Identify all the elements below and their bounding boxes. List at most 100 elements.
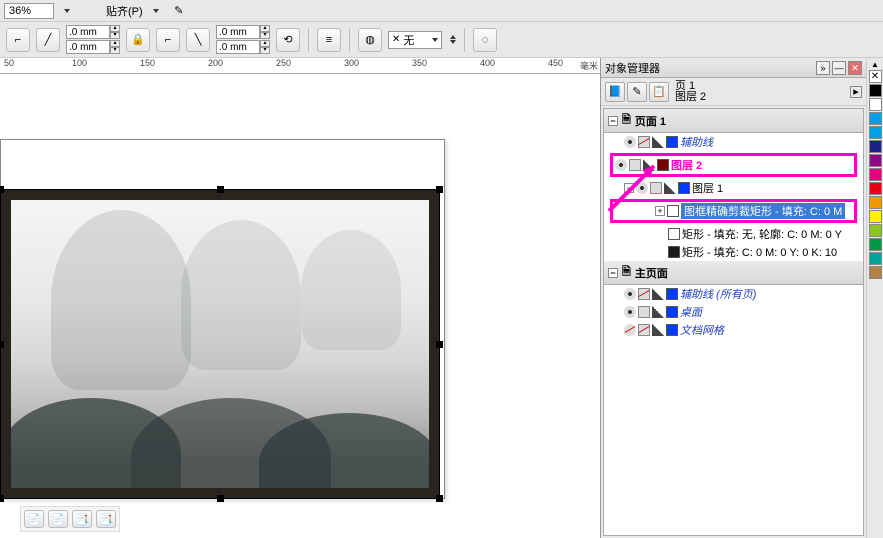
snap-dropdown-icon[interactable] xyxy=(153,9,159,13)
no-fill-swatch[interactable]: ✕ xyxy=(869,70,882,83)
page-icon[interactable]: 📄 xyxy=(48,510,68,528)
fill-opt-down-icon[interactable] xyxy=(450,40,456,44)
show-props-icon[interactable]: 📘 xyxy=(605,82,625,102)
edit-layers-icon[interactable]: ✎ xyxy=(627,82,647,102)
pen-icon[interactable] xyxy=(652,136,664,148)
color-swatch[interactable] xyxy=(869,126,882,139)
selection-handle[interactable] xyxy=(0,341,4,348)
pen-icon[interactable] xyxy=(643,159,655,171)
tree-page-header[interactable]: − 🗎 页面 1 xyxy=(604,109,863,133)
color-swatch[interactable] xyxy=(869,252,882,265)
corner-style-3-icon[interactable]: ⌐ xyxy=(156,28,180,52)
options-icon[interactable]: ✎ xyxy=(167,0,191,23)
spin-up-icon[interactable]: ▴ xyxy=(260,25,270,32)
selected-artwork[interactable] xyxy=(0,189,440,499)
print-off-icon[interactable] xyxy=(638,288,650,300)
color-swatch[interactable] xyxy=(869,112,882,125)
layer-color-swatch[interactable] xyxy=(666,288,678,300)
collapse-icon[interactable]: − xyxy=(624,183,634,193)
print-off-icon[interactable] xyxy=(638,136,650,148)
color-swatch[interactable] xyxy=(869,238,882,251)
spin-down-icon[interactable]: ▾ xyxy=(110,32,120,39)
selection-handle[interactable] xyxy=(0,495,4,502)
zoom-dropdown-icon[interactable] xyxy=(64,9,70,13)
eye-off-icon[interactable] xyxy=(624,324,636,336)
eye-icon[interactable] xyxy=(624,136,636,148)
tree-row-guides-all[interactable]: 辅助线 (所有页) xyxy=(604,285,863,303)
options-gear-icon[interactable]: ◌ xyxy=(473,28,497,52)
flyout-icon[interactable]: ▸ xyxy=(850,86,862,98)
color-swatch[interactable] xyxy=(869,266,882,279)
collapse-icon[interactable]: − xyxy=(608,268,618,278)
selection-handle[interactable] xyxy=(0,186,4,193)
color-swatch[interactable] xyxy=(869,98,882,111)
spin-down-icon[interactable]: ▾ xyxy=(110,47,120,54)
pen-icon[interactable] xyxy=(664,182,676,194)
color-swatch[interactable] xyxy=(869,154,882,167)
spin-up-icon[interactable]: ▴ xyxy=(260,40,270,47)
tree-row-rect2[interactable]: 矩形 - 填充: C: 0 M: 0 Y: 0 K: 10 xyxy=(604,243,863,261)
text-wrap-icon[interactable]: ≡ xyxy=(317,28,341,52)
layer-color-swatch[interactable] xyxy=(666,324,678,336)
selection-handle[interactable] xyxy=(436,341,443,348)
relative-corner-icon[interactable]: ⟲ xyxy=(276,28,300,52)
color-swatch[interactable] xyxy=(869,224,882,237)
pen-icon[interactable] xyxy=(652,288,664,300)
fill-dropdown[interactable]: ✕无 xyxy=(388,31,442,49)
dim2b-input[interactable] xyxy=(216,40,260,54)
tree-row-layer2[interactable]: 图层 2 xyxy=(610,153,857,177)
collapse-icon[interactable]: » xyxy=(816,61,830,75)
spin-up-icon[interactable]: ▴ xyxy=(110,25,120,32)
selection-handle[interactable] xyxy=(217,495,224,502)
layer-color-swatch[interactable] xyxy=(657,159,669,171)
docker-titlebar[interactable]: 对象管理器 » — ✕ xyxy=(601,58,866,78)
spin-down-icon[interactable]: ▾ xyxy=(260,47,270,54)
selection-handle[interactable] xyxy=(217,186,224,193)
tree-master-header[interactable]: − 🗎 主页面 xyxy=(604,261,863,285)
layer-color-swatch[interactable] xyxy=(678,182,690,194)
close-icon[interactable]: ✕ xyxy=(848,61,862,75)
corner-style-1-icon[interactable]: ⌐ xyxy=(6,28,30,52)
page-icon[interactable]: 📄 xyxy=(24,510,44,528)
print-icon[interactable] xyxy=(629,159,641,171)
spin-up-icon[interactable]: ▴ xyxy=(110,40,120,47)
spin-down-icon[interactable]: ▾ xyxy=(260,32,270,39)
eye-icon[interactable] xyxy=(636,182,648,194)
tree-row-powerclip[interactable]: + 图框精确剪裁矩形 - 填充: C: 0 M xyxy=(610,199,857,223)
palette-up-icon[interactable]: ▲ xyxy=(871,60,879,69)
print-off-icon[interactable] xyxy=(638,324,650,336)
color-swatch[interactable] xyxy=(869,140,882,153)
fill-bucket-icon[interactable]: ◍ xyxy=(358,28,382,52)
selection-handle[interactable] xyxy=(436,495,443,502)
corner-style-2-icon[interactable]: ╱ xyxy=(36,28,60,52)
tree-row-docgrid[interactable]: 文档网格 xyxy=(604,321,863,339)
selection-handle[interactable] xyxy=(436,186,443,193)
eye-icon[interactable] xyxy=(615,159,627,171)
eye-icon[interactable] xyxy=(624,288,636,300)
print-icon[interactable] xyxy=(650,182,662,194)
tree-row-layer1[interactable]: − 图层 1 xyxy=(604,179,863,197)
color-swatch[interactable] xyxy=(869,168,882,181)
dim2a-input[interactable] xyxy=(216,25,260,39)
tree-row-rect1[interactable]: 矩形 - 填充: 无, 轮廓: C: 0 M: 0 Y xyxy=(604,225,863,243)
layers-icon[interactable]: 📑 xyxy=(96,510,116,528)
color-swatch[interactable] xyxy=(869,196,882,209)
minimize-icon[interactable]: — xyxy=(832,61,846,75)
layer-view-icon[interactable]: 📋 xyxy=(649,82,669,102)
tree-row-desktop[interactable]: 桌面 xyxy=(604,303,863,321)
dim1b-input[interactable] xyxy=(66,40,110,54)
layer-color-swatch[interactable] xyxy=(666,136,678,148)
object-tree[interactable]: − 🗎 页面 1 辅助线 图层 2 − xyxy=(603,108,864,536)
eye-icon[interactable] xyxy=(624,306,636,318)
corner-style-4-icon[interactable]: ╲ xyxy=(186,28,210,52)
color-swatch[interactable] xyxy=(869,182,882,195)
print-icon[interactable] xyxy=(638,306,650,318)
fill-opt-up-icon[interactable] xyxy=(450,35,456,39)
collapse-icon[interactable]: − xyxy=(608,116,618,126)
lock-ratio-icon[interactable]: 🔒 xyxy=(126,28,150,52)
canvas[interactable]: 📄 📄 📑 📑 xyxy=(0,74,600,538)
layer-color-swatch[interactable] xyxy=(666,306,678,318)
tree-row-guides[interactable]: 辅助线 xyxy=(604,133,863,151)
zoom-field[interactable]: 36% xyxy=(4,3,54,19)
snap-menu[interactable]: 贴齐(P) xyxy=(106,3,143,19)
